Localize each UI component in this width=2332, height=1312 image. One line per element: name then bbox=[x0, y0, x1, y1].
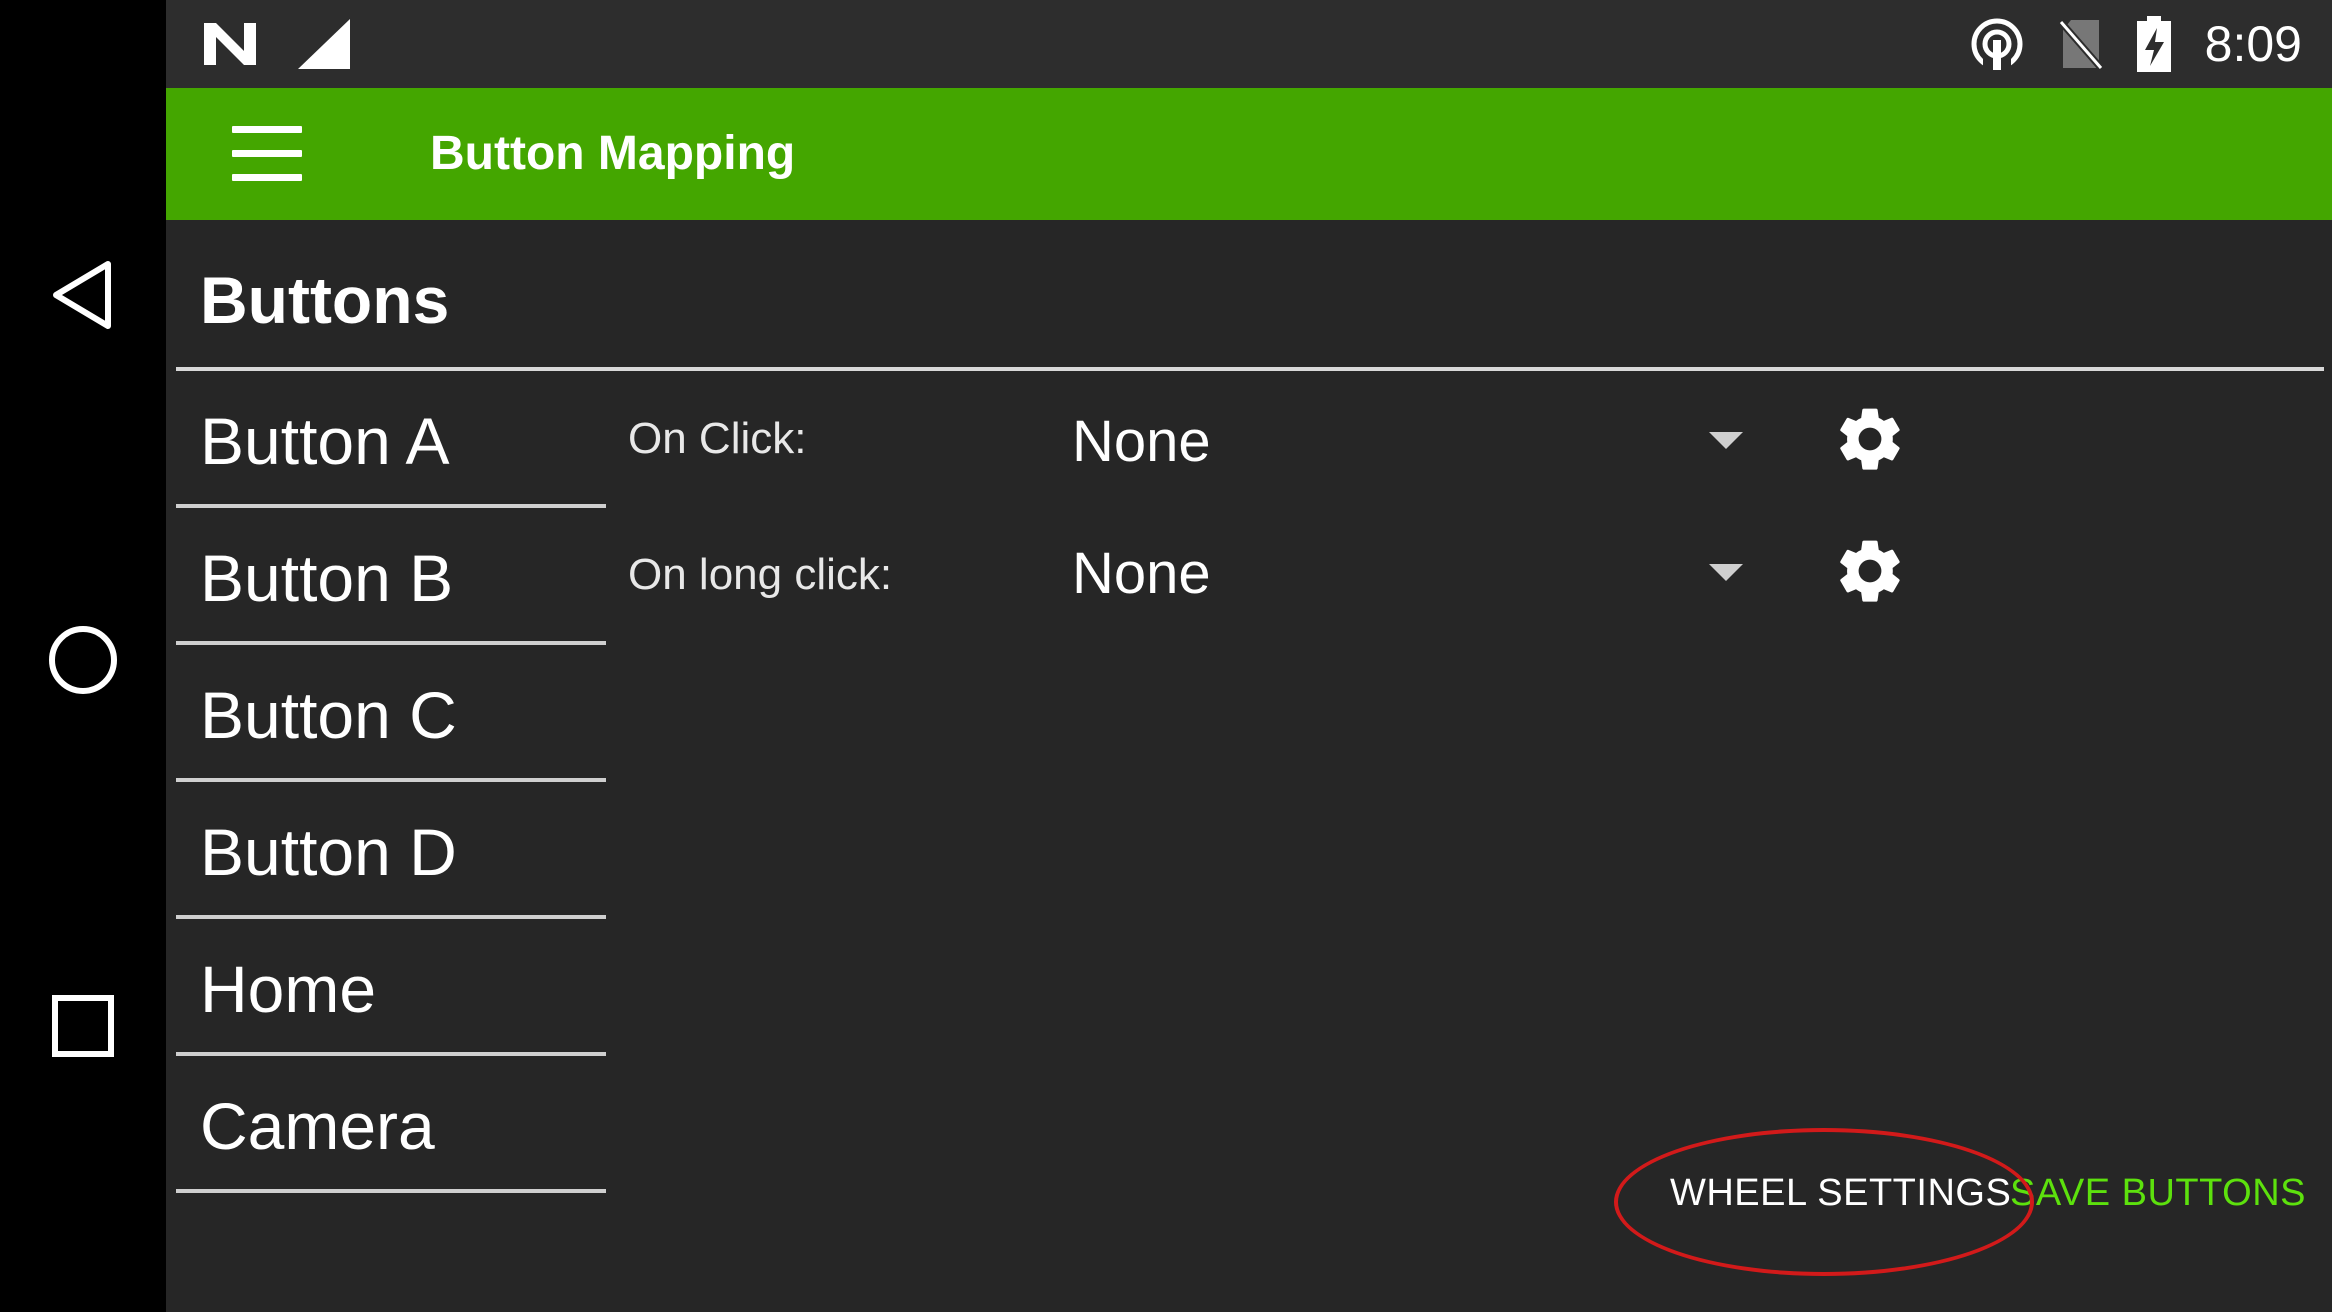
on-long-click-label: On long click: bbox=[628, 550, 893, 599]
chevron-down-icon[interactable] bbox=[1709, 432, 1743, 449]
status-clock: 8:09 bbox=[2204, 16, 2302, 72]
recents-button[interactable] bbox=[0, 966, 166, 1086]
notification-n-icon bbox=[204, 23, 256, 65]
on-click-label: On Click: bbox=[628, 414, 807, 463]
list-item-home[interactable]: Home bbox=[176, 919, 606, 1056]
battery-charging-icon bbox=[2136, 16, 2171, 72]
hotspot-icon bbox=[1971, 18, 2023, 70]
back-icon bbox=[53, 261, 111, 329]
section-title: Buttons bbox=[200, 263, 450, 337]
gear-icon[interactable] bbox=[1832, 533, 1908, 609]
list-item-label: Button B bbox=[200, 541, 454, 615]
home-button[interactable] bbox=[0, 600, 166, 720]
on-click-select[interactable]: None bbox=[1072, 408, 1211, 475]
no-sim-icon bbox=[2058, 19, 2103, 70]
chevron-down-icon[interactable] bbox=[1709, 564, 1743, 581]
hamburger-menu-icon[interactable] bbox=[232, 126, 302, 182]
wheel-settings-button[interactable]: WHEEL SETTINGS bbox=[1670, 1172, 2011, 1215]
app-title: Button Mapping bbox=[430, 127, 796, 180]
recents-icon bbox=[52, 995, 114, 1057]
list-item-button-c[interactable]: Button C bbox=[176, 645, 606, 782]
list-item-label: Home bbox=[200, 952, 377, 1026]
list-item-camera[interactable]: Camera bbox=[176, 1056, 606, 1193]
gear-icon[interactable] bbox=[1832, 401, 1908, 477]
list-item-label: Button D bbox=[200, 815, 457, 889]
status-bar: 8:09 bbox=[166, 0, 2332, 88]
signal-icon bbox=[298, 19, 350, 69]
button-list: Button A Button B Button C Button D Home… bbox=[176, 371, 606, 1193]
list-item-button-d[interactable]: Button D bbox=[176, 782, 606, 919]
list-item-button-a[interactable]: Button A bbox=[176, 371, 606, 508]
app-bar: Button Mapping bbox=[166, 88, 2332, 220]
list-item-label: Camera bbox=[200, 1089, 435, 1163]
on-long-click-select[interactable]: None bbox=[1072, 540, 1211, 607]
system-nav-bar bbox=[0, 0, 166, 1312]
home-icon bbox=[49, 626, 117, 694]
back-button[interactable] bbox=[0, 235, 166, 355]
list-item-label: Button A bbox=[200, 404, 450, 478]
save-buttons-button[interactable]: SAVE BUTTONS bbox=[2010, 1172, 2306, 1215]
list-item-label: Button C bbox=[200, 678, 457, 752]
list-item-button-b[interactable]: Button B bbox=[176, 508, 606, 645]
